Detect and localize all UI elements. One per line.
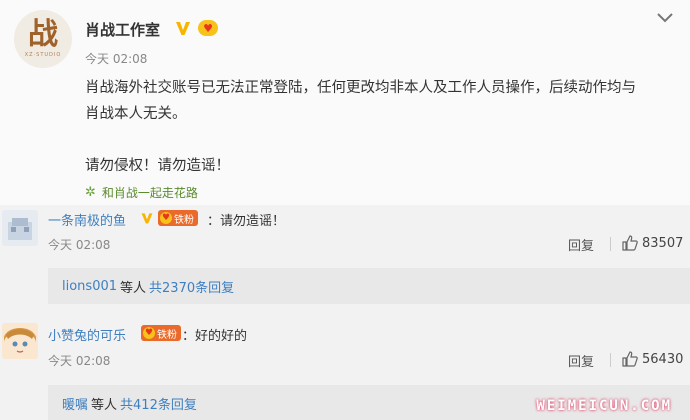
fan-badge-label: 铁粉 — [174, 214, 194, 226]
verified-v-icon — [141, 213, 153, 224]
reply-button[interactable]: 回复 — [568, 235, 594, 254]
thumbs-up-icon — [622, 235, 638, 251]
post-text-second: 请勿侵权！请勿造谣！ — [85, 158, 230, 174]
fan-badge: ♥ 铁粉 — [158, 210, 198, 226]
topic-label: 和肖战一起走花路 — [101, 186, 198, 200]
sub-reply-count[interactable]: 共412条回复 — [120, 394, 197, 413]
divider — [610, 237, 611, 251]
comment-time: 今天 02:08 — [48, 354, 111, 368]
post-author-name[interactable]: 肖战工作室 — [85, 19, 160, 40]
site-watermark: WEIMEICUN.COM — [536, 398, 672, 414]
like-button[interactable]: 56430 — [622, 351, 683, 367]
avatar-logo-caption: XZ·STUDIO — [24, 52, 62, 58]
sub-reply-mid: 等人 — [120, 280, 147, 296]
divider — [610, 353, 611, 367]
flower-icon: ✲ — [85, 185, 96, 200]
weibo-post: 战 XZ·STUDIO 肖战工作室 ♥ 今天 02:08 肖战海外社交账号已无法… — [0, 0, 690, 205]
comment-text: ：好的好的 — [182, 329, 248, 344]
comment-item: 一条南极的鱼 ♥ 铁粉 ：请勿造谣！ 今天 02:08 回复 83507 lio… — [0, 205, 690, 315]
verified-v-icon — [176, 22, 190, 35]
reply-button[interactable]: 回复 — [568, 351, 594, 370]
sub-reply-count[interactable]: 共2370条回复 — [149, 277, 234, 296]
comment-time: 今天 02:08 — [48, 238, 111, 252]
comment-avatar[interactable] — [2, 210, 38, 246]
sub-reply-user[interactable]: 暖嘱 — [62, 394, 88, 413]
comment-author-name[interactable]: 一条南极的鱼 — [48, 210, 126, 229]
sub-reply-mid: 等人 — [91, 397, 118, 413]
comment-badges: ♥ 铁粉 — [140, 210, 198, 226]
thumbs-up-icon — [622, 351, 638, 367]
fan-heart-icon: ♥ — [160, 212, 172, 224]
topic-link[interactable]: ✲ 和肖战一起走花路 — [85, 184, 198, 201]
comment-avatar[interactable] — [2, 323, 38, 359]
post-author-avatar[interactable]: 战 XZ·STUDIO — [14, 10, 72, 68]
comment-badges: ♥ 铁粉 — [141, 325, 181, 341]
like-button[interactable]: 83507 — [622, 235, 683, 251]
sub-replies[interactable]: lions001 等人 共2370条回复 — [48, 268, 690, 304]
comment-author-name[interactable]: 小赞兔的可乐 — [48, 325, 126, 344]
fan-badge: ♥ 铁粉 — [141, 325, 181, 341]
avatar-logo-glyph: 战 — [28, 17, 58, 52]
post-time[interactable]: 今天 02:08 — [85, 50, 147, 67]
fan-heart-icon: ♥ — [143, 327, 155, 339]
fan-badge-label: 铁粉 — [157, 329, 177, 341]
like-count: 83507 — [642, 235, 684, 251]
vip-heart-icon: ♥ — [198, 20, 218, 36]
chevron-down-icon[interactable] — [656, 11, 674, 25]
sub-reply-user[interactable]: lions001 — [62, 279, 117, 294]
like-count: 56430 — [642, 351, 684, 367]
post-text: 肖战海外社交账号已无法正常登陆，任何更改均非本人及工作人员操作，后续动作均与肖战… — [85, 80, 636, 122]
comment-text: ：请勿造谣！ — [207, 214, 286, 229]
